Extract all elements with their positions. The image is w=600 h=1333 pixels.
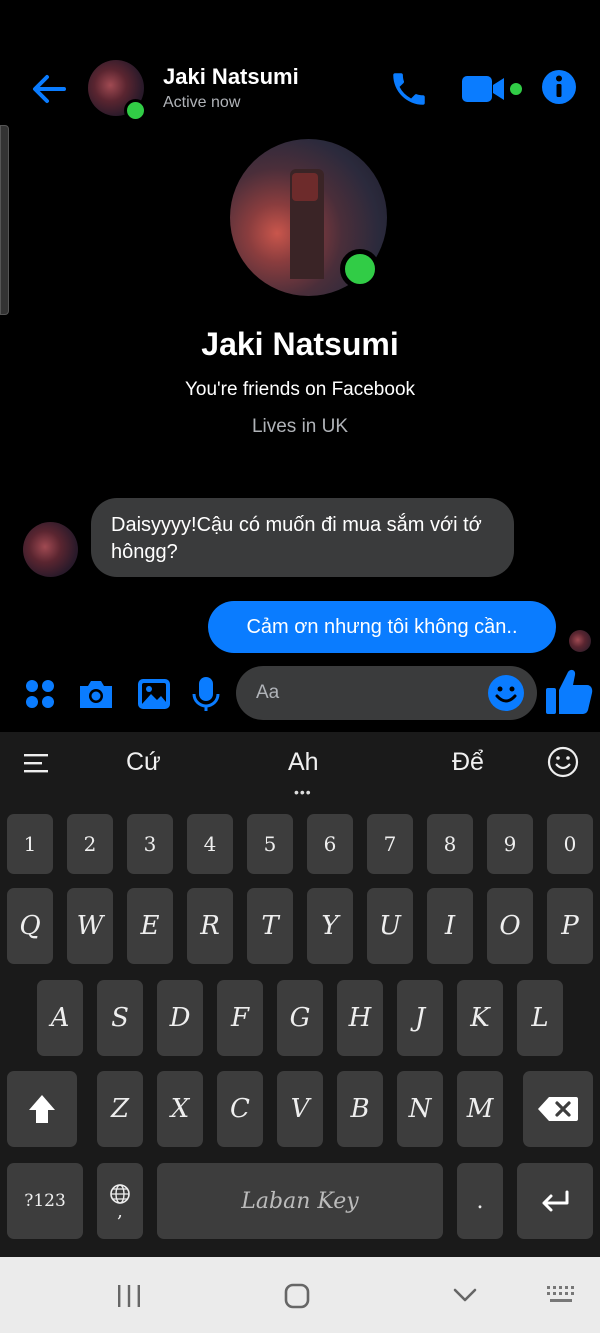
key-7[interactable]: 7 [367, 814, 413, 874]
key-z[interactable]: Z [97, 1071, 143, 1147]
recent-apps-icon[interactable] [116, 1284, 142, 1308]
smiley-icon[interactable] [546, 745, 580, 779]
suggestion-3[interactable]: Để [452, 748, 484, 777]
back-arrow-icon[interactable] [28, 68, 70, 110]
video-icon[interactable] [460, 72, 526, 106]
key-4[interactable]: 4 [187, 814, 233, 874]
apps-icon[interactable] [20, 674, 60, 714]
phone-icon[interactable] [388, 68, 430, 110]
menu-icon[interactable] [22, 750, 54, 776]
key-o[interactable]: O [487, 888, 533, 964]
globe-key[interactable]: , [97, 1163, 143, 1239]
key-t[interactable]: T [247, 888, 293, 964]
emoji-icon[interactable] [486, 673, 526, 713]
suggestion-1[interactable]: Cứ [126, 748, 161, 777]
profile-name: Jaki Natsumi [201, 326, 399, 362]
info-icon[interactable] [540, 68, 578, 106]
online-indicator [124, 99, 147, 122]
suggestion-2[interactable]: Ah [288, 748, 319, 777]
key-x[interactable]: X [157, 1071, 203, 1147]
key-a[interactable]: A [37, 980, 83, 1056]
key-c[interactable]: C [217, 1071, 263, 1147]
key-m[interactable]: M [457, 1071, 503, 1147]
camera-icon[interactable] [76, 674, 116, 714]
key-r[interactable]: R [187, 888, 233, 964]
key-5[interactable]: 5 [247, 814, 293, 874]
symbols-key[interactable]: ?123 [7, 1163, 83, 1239]
key-6[interactable]: 6 [307, 814, 353, 874]
edge-panel-handle[interactable] [0, 125, 9, 315]
key-n[interactable]: N [397, 1071, 443, 1147]
key-g[interactable]: G [277, 980, 323, 1056]
profile-lives-text: Lives in UK [251, 416, 349, 437]
key-e[interactable]: E [127, 888, 173, 964]
space-key[interactable]: Laban Key [157, 1163, 443, 1239]
key-s[interactable]: S [97, 980, 143, 1056]
key-3[interactable]: 3 [127, 814, 173, 874]
key-q[interactable]: Q [7, 888, 53, 964]
key-h[interactable]: H [337, 980, 383, 1056]
incoming-message[interactable]: Daisyyyy!Cậu có muốn đi mua sắm với tớ h… [91, 498, 514, 577]
key-w[interactable]: W [67, 888, 113, 964]
message-avatar[interactable] [23, 522, 78, 577]
backspace-key[interactable] [523, 1071, 593, 1147]
key-v[interactable]: V [277, 1071, 323, 1147]
keyboard-icon[interactable] [546, 1284, 576, 1306]
back-nav-icon[interactable] [452, 1286, 478, 1304]
outgoing-message[interactable]: Cảm ơn nhưng tôi không cần.. [208, 601, 556, 653]
key-1[interactable]: 1 [7, 814, 53, 874]
enter-icon [542, 1190, 569, 1212]
image-icon[interactable] [134, 674, 174, 714]
backspace-icon [538, 1097, 578, 1121]
header-name[interactable]: Jaki Natsumi [163, 64, 299, 90]
key-p[interactable]: P [547, 888, 593, 964]
key-9[interactable]: 9 [487, 814, 533, 874]
more-suggestions-indicator: ••• [294, 784, 312, 800]
key-f[interactable]: F [217, 980, 263, 1056]
home-icon[interactable] [283, 1282, 311, 1310]
key-0[interactable]: 0 [547, 814, 593, 874]
period-key[interactable]: . [457, 1163, 503, 1239]
seen-indicator-avatar [569, 630, 591, 652]
microphone-icon[interactable] [186, 674, 226, 714]
key-b[interactable]: B [337, 1071, 383, 1147]
comma-label: , [117, 1201, 123, 1222]
key-d[interactable]: D [157, 980, 203, 1056]
key-8[interactable]: 8 [427, 814, 473, 874]
key-u[interactable]: U [367, 888, 413, 964]
shift-icon [29, 1095, 55, 1123]
profile-friends-text: You're friends on Facebook [184, 379, 416, 400]
profile-online-indicator [340, 249, 380, 289]
header-status: Active now [163, 94, 241, 111]
key-2[interactable]: 2 [67, 814, 113, 874]
key-y[interactable]: Y [307, 888, 353, 964]
enter-key[interactable] [517, 1163, 593, 1239]
message-input-placeholder: Aa [256, 682, 280, 703]
key-l[interactable]: L [517, 980, 563, 1056]
key-i[interactable]: I [427, 888, 473, 964]
key-j[interactable]: J [397, 980, 443, 1056]
shift-key[interactable] [7, 1071, 77, 1147]
like-icon[interactable] [544, 666, 594, 718]
key-k[interactable]: K [457, 980, 503, 1056]
